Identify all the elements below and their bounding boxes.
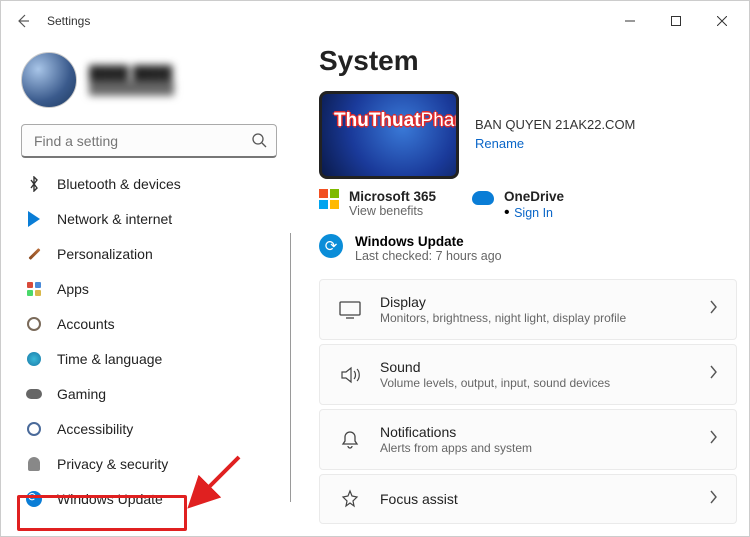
- search-icon: [251, 132, 267, 153]
- chevron-right-icon: [708, 490, 718, 509]
- service-title: OneDrive: [504, 189, 564, 204]
- watermark: ThuThuatPhanMem.vn: [334, 110, 459, 132]
- sidebar-divider: [290, 233, 291, 502]
- brush-icon: [25, 245, 43, 263]
- microsoft-logo-icon: [319, 189, 339, 209]
- card-sound[interactable]: Sound Volume levels, output, input, soun…: [319, 344, 737, 405]
- app-title: Settings: [47, 14, 90, 28]
- sidebar-item-accounts[interactable]: Accounts: [13, 307, 283, 341]
- main: System ThuThuatPhanMem.vn BAN QUYEN 21AK…: [291, 41, 749, 536]
- accounts-icon: [25, 315, 43, 333]
- sidebar-item-label: Time & language: [57, 351, 162, 367]
- bluetooth-icon: [25, 175, 43, 193]
- sidebar-item-privacy[interactable]: Privacy & security: [13, 447, 283, 481]
- close-button[interactable]: [699, 5, 745, 37]
- card-focus-assist[interactable]: Focus assist: [319, 474, 737, 524]
- profile[interactable]: ████ ████ ██████████: [11, 46, 291, 122]
- maximize-button[interactable]: [653, 5, 699, 37]
- chevron-right-icon: [708, 300, 718, 319]
- card-sub: Alerts from apps and system: [380, 441, 690, 455]
- titlebar: Settings: [1, 1, 749, 41]
- profile-email: ██████████: [89, 81, 174, 95]
- sidebar-item-label: Network & internet: [57, 211, 172, 227]
- privacy-icon: [25, 455, 43, 473]
- sidebar-item-time[interactable]: Time & language: [13, 342, 283, 376]
- card-sub: Volume levels, output, input, sound devi…: [380, 376, 690, 390]
- bell-icon: [338, 430, 362, 450]
- card-display[interactable]: Display Monitors, brightness, night ligh…: [319, 279, 737, 340]
- device-name: BAN QUYEN 21AK22.COM: [475, 117, 635, 132]
- service-onedrive[interactable]: OneDrive • Sign In: [472, 189, 564, 222]
- windows-update-status[interactable]: ⟳ Windows Update Last checked: 7 hours a…: [319, 234, 737, 263]
- sidebar-item-label: Windows Update: [57, 491, 163, 507]
- sidebar-item-personalization[interactable]: Personalization: [13, 237, 283, 271]
- focus-icon: [338, 489, 362, 509]
- service-sub: View benefits: [349, 204, 436, 218]
- card-title: Display: [380, 294, 690, 310]
- card-title: Focus assist: [380, 491, 690, 507]
- sidebar-item-network[interactable]: Network & internet: [13, 202, 283, 236]
- wu-sub: Last checked: 7 hours ago: [355, 249, 502, 263]
- service-microsoft365[interactable]: Microsoft 365 View benefits: [319, 189, 436, 222]
- chevron-right-icon: [708, 430, 718, 449]
- sound-icon: [338, 366, 362, 384]
- sidebar-item-windows-update[interactable]: Windows Update: [13, 482, 283, 516]
- card-title: Notifications: [380, 424, 690, 440]
- sidebar-item-label: Apps: [57, 281, 89, 297]
- avatar: [21, 52, 77, 108]
- time-icon: [25, 350, 43, 368]
- profile-name: ████ ████: [89, 65, 174, 81]
- minimize-button[interactable]: [607, 5, 653, 37]
- sidebar: ████ ████ ██████████ Bluetooth & devices…: [11, 41, 291, 536]
- sidebar-item-label: Privacy & security: [57, 456, 168, 472]
- wu-title: Windows Update: [355, 234, 502, 249]
- sidebar-item-label: Bluetooth & devices: [57, 176, 181, 192]
- card-notifications[interactable]: Notifications Alerts from apps and syste…: [319, 409, 737, 470]
- apps-icon: [25, 280, 43, 298]
- windows-update-icon: [25, 490, 43, 508]
- device-image: ThuThuatPhanMem.vn: [319, 91, 459, 179]
- network-icon: [25, 210, 43, 228]
- onedrive-icon: [472, 191, 494, 205]
- sidebar-item-bluetooth[interactable]: Bluetooth & devices: [13, 167, 283, 201]
- display-icon: [338, 301, 362, 319]
- gaming-icon: [25, 385, 43, 403]
- sidebar-item-label: Gaming: [57, 386, 106, 402]
- accessibility-icon: [25, 420, 43, 438]
- services-row: Microsoft 365 View benefits OneDrive • S…: [319, 189, 737, 222]
- nav: Bluetooth & devices Network & internet P…: [11, 166, 291, 536]
- chevron-right-icon: [708, 365, 718, 384]
- onedrive-signin[interactable]: Sign In: [514, 206, 553, 220]
- update-sync-icon: ⟳: [319, 234, 343, 258]
- sidebar-item-label: Accounts: [57, 316, 115, 332]
- sidebar-item-label: Accessibility: [57, 421, 133, 437]
- back-button[interactable]: [5, 3, 41, 39]
- sidebar-item-accessibility[interactable]: Accessibility: [13, 412, 283, 446]
- sidebar-item-apps[interactable]: Apps: [13, 272, 283, 306]
- sidebar-item-gaming[interactable]: Gaming: [13, 377, 283, 411]
- service-title: Microsoft 365: [349, 189, 436, 204]
- sidebar-item-label: Personalization: [57, 246, 153, 262]
- search-wrap: [21, 124, 277, 158]
- search-input[interactable]: [21, 124, 277, 158]
- card-sub: Monitors, brightness, night light, displ…: [380, 311, 690, 325]
- card-title: Sound: [380, 359, 690, 375]
- page-title: System: [319, 45, 737, 77]
- rename-link[interactable]: Rename: [475, 136, 524, 151]
- device-hero: ThuThuatPhanMem.vn BAN QUYEN 21AK22.COM …: [319, 91, 737, 179]
